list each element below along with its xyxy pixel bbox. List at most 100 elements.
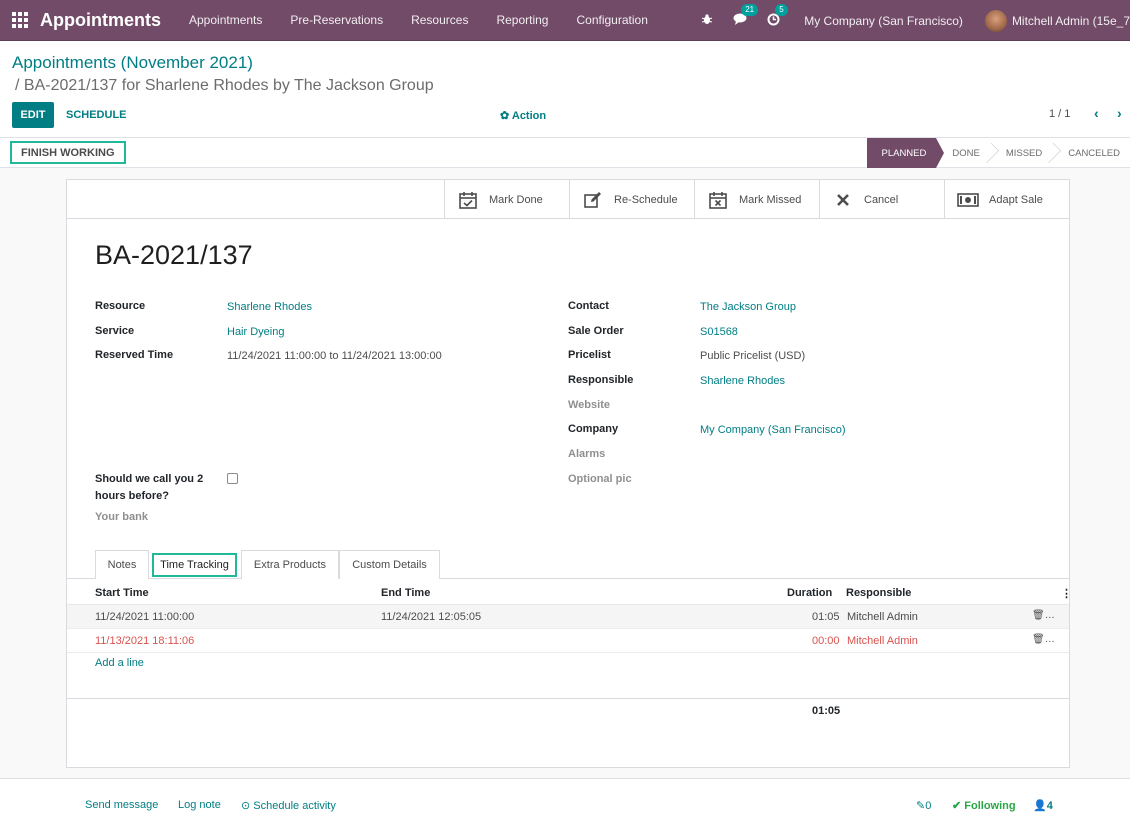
user-menu[interactable]: Mitchell Admin (15e_7 <box>1012 14 1130 28</box>
service-value[interactable]: Hair Dyeing <box>227 326 284 338</box>
table-row[interactable]: 11/13/2021 18:11:06 00:00 Mitchell Admin… <box>67 629 1069 653</box>
reserved-time-label: Reserved Time <box>95 349 174 361</box>
sale-order-value[interactable]: S01568 <box>700 326 738 338</box>
attachments-button[interactable]: ✎0 <box>916 799 931 812</box>
stage-planned[interactable]: PLANNED <box>867 138 945 168</box>
tab-time-tracking[interactable]: Time Tracking <box>152 553 237 577</box>
stage-missed[interactable]: MISSED <box>990 138 1062 168</box>
col-responsible[interactable]: Responsible <box>846 587 911 599</box>
messages-icon[interactable]: 21 <box>733 4 759 28</box>
menu-reporting[interactable]: Reporting <box>482 13 562 27</box>
adapt-sale-button[interactable]: Adapt Sale <box>944 180 1069 219</box>
menu-appointments[interactable]: Appointments <box>175 13 276 27</box>
menu-configuration[interactable]: Configuration <box>562 13 661 27</box>
debug-bug-icon[interactable] <box>701 13 713 28</box>
company-switcher[interactable]: My Company (San Francisco) <box>804 14 963 28</box>
adapt-sale-label: Adapt Sale <box>989 193 1043 206</box>
money-icon <box>957 190 979 210</box>
website-label: Website <box>568 399 610 411</box>
user-icon: 👤 <box>1033 800 1047 812</box>
form-sheet: Mark Done Re-Schedule Mark Missed Cancel… <box>66 179 1072 768</box>
row-duration: 00:00 <box>812 635 840 647</box>
send-message-button[interactable]: Send message <box>85 799 158 811</box>
trash-icon[interactable]: 🗑… <box>1032 610 1055 621</box>
apps-menu-icon[interactable] <box>0 0 40 41</box>
chevron-left-icon[interactable]: ‹ <box>1094 105 1099 121</box>
activities-icon[interactable]: 5 <box>767 3 788 29</box>
chatter-bar: Send message Log note ⊙ Schedule activit… <box>0 778 1130 822</box>
edit-button[interactable]: EDIT <box>12 102 54 128</box>
top-navbar: Appointments Appointments Pre-Reservatio… <box>0 0 1130 41</box>
column-options-icon[interactable]: ⋮ <box>1061 587 1072 600</box>
col-start-time[interactable]: Start Time <box>95 587 149 599</box>
resource-label: Resource <box>95 300 146 312</box>
call-before-checkbox[interactable] <box>227 473 238 484</box>
trash-icon[interactable]: 🗑… <box>1032 634 1055 645</box>
edit-icon <box>582 190 604 210</box>
calendar-check-icon <box>457 190 479 210</box>
optional-pic-label: Optional pic <box>568 473 632 485</box>
status-bar: FINISH WORKING PLANNED DONE MISSED CANCE… <box>0 138 1130 168</box>
check-icon: ✔ <box>952 800 965 812</box>
menu-resources[interactable]: Resources <box>397 13 482 27</box>
your-bank-label: Your bank <box>95 511 148 523</box>
call-before-label-line2: hours before? <box>95 490 169 502</box>
schedule-activity-button[interactable]: ⊙ Schedule activity <box>241 799 336 812</box>
cancel-button[interactable]: Cancel <box>819 180 944 219</box>
table-row[interactable]: 11/24/2021 11:00:00 11/24/2021 12:05:05 … <box>67 605 1069 629</box>
record-title: BA-2021/137 <box>95 240 253 270</box>
app-brand[interactable]: Appointments <box>40 10 161 31</box>
breadcrumb-parent[interactable]: Appointments (November 2021) <box>12 53 253 73</box>
action-label: Action <box>511 110 547 122</box>
resource-value[interactable]: Sharlene Rhodes <box>227 301 312 313</box>
menu-pre-reservations[interactable]: Pre-Reservations <box>276 13 397 27</box>
activities-badge: 5 <box>775 3 788 16</box>
tab-extra-products[interactable]: Extra Products <box>241 550 339 579</box>
tab-notes[interactable]: Notes <box>95 550 149 579</box>
calendar-x-icon <box>707 190 729 210</box>
responsible-label: Responsible <box>568 374 634 386</box>
action-dropdown[interactable]: ✿ Action <box>500 109 546 122</box>
pricelist-label: Pricelist <box>568 349 611 361</box>
contact-label: Contact <box>568 300 609 312</box>
pager-value[interactable]: 1 / 1 <box>1049 108 1070 120</box>
company-value[interactable]: My Company (San Francisco) <box>700 424 846 436</box>
call-before-label-line1: Should we call you 2 <box>95 473 204 485</box>
attachments-count: 0 <box>925 800 932 812</box>
row-responsible: Mitchell Admin <box>847 611 918 623</box>
clock-icon: ⊙ <box>241 800 254 812</box>
row-start: 11/13/2021 18:11:06 <box>95 635 195 647</box>
contact-value[interactable]: The Jackson Group <box>700 301 796 313</box>
pricelist-value: Public Pricelist (USD) <box>700 350 806 362</box>
stage-done-label: DONE <box>952 147 980 159</box>
row-end: 11/24/2021 12:05:05 <box>381 611 482 623</box>
messages-badge: 21 <box>741 4 759 16</box>
col-end-time[interactable]: End Time <box>381 587 430 599</box>
followers-button[interactable]: 👤4 <box>1033 799 1053 812</box>
mark-done-button[interactable]: Mark Done <box>444 180 569 219</box>
following-label: Following <box>964 800 1016 812</box>
mark-missed-button[interactable]: Mark Missed <box>694 180 819 219</box>
add-line-link[interactable]: Add a line <box>95 657 144 669</box>
reschedule-button[interactable]: Re-Schedule <box>569 180 694 219</box>
schedule-activity-label: Schedule activity <box>253 800 336 812</box>
stage-pipeline: PLANNED DONE MISSED CANCELED <box>867 138 1130 168</box>
mark-missed-label: Mark Missed <box>739 193 802 206</box>
company-label: Company <box>568 423 619 435</box>
log-note-button[interactable]: Log note <box>178 799 221 811</box>
mark-done-label: Mark Done <box>489 193 543 206</box>
stage-missed-label: MISSED <box>1005 147 1043 159</box>
tab-custom-details[interactable]: Custom Details <box>339 550 440 579</box>
col-duration[interactable]: Duration <box>787 587 832 599</box>
reschedule-label: Re-Schedule <box>614 193 678 206</box>
chevron-right-icon[interactable]: › <box>1117 105 1122 121</box>
finish-working-button[interactable]: FINISH WORKING <box>10 141 126 164</box>
stage-done[interactable]: DONE <box>936 138 999 168</box>
responsible-value[interactable]: Sharlene Rhodes <box>700 375 785 387</box>
following-button[interactable]: ✔ Following <box>952 799 1016 812</box>
notebook-tabs: Notes Time Tracking Extra Products Custo… <box>67 550 1069 579</box>
user-avatar[interactable] <box>984 9 1007 32</box>
stage-canceled[interactable]: CANCELED <box>1052 138 1130 168</box>
schedule-button[interactable]: SCHEDULE <box>66 109 127 121</box>
cancel-label: Cancel <box>864 193 899 206</box>
